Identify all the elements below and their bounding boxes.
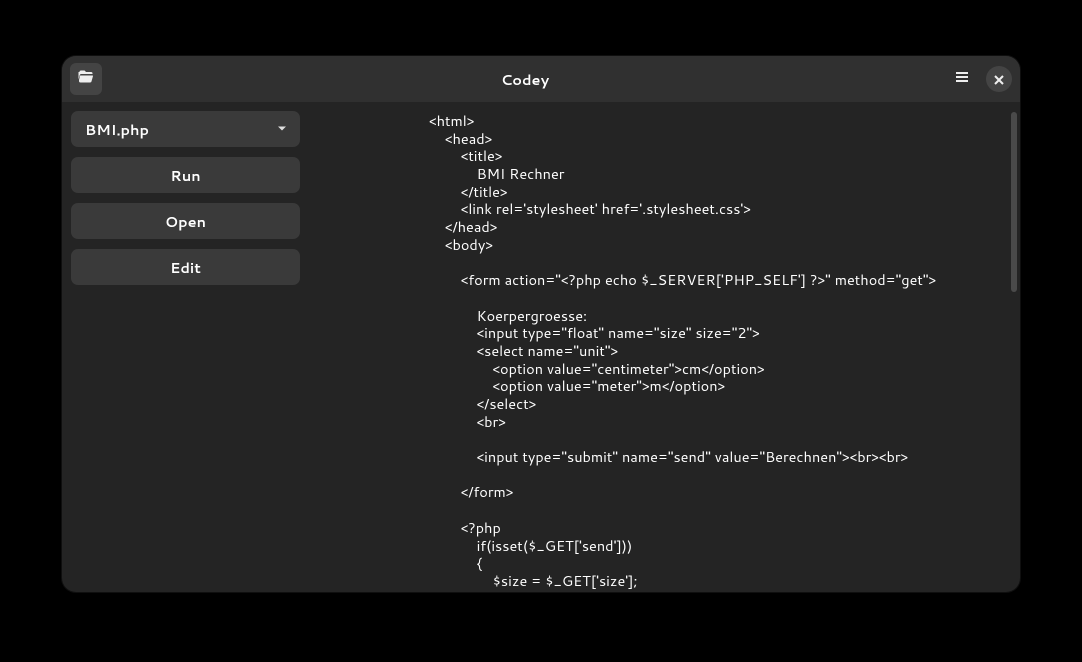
app-window: Codey BMI.php Run xyxy=(62,56,1020,592)
open-folder-button[interactable] xyxy=(70,63,102,95)
menu-button[interactable] xyxy=(948,65,976,93)
titlebar-left xyxy=(70,63,102,95)
open-button-label: Open xyxy=(165,211,206,232)
close-button[interactable] xyxy=(986,66,1012,92)
close-icon xyxy=(994,68,1004,91)
sidebar: BMI.php Run Open Edit xyxy=(62,102,309,592)
file-select-dropdown[interactable]: BMI.php xyxy=(71,111,300,147)
folder-open-icon xyxy=(78,68,94,91)
chevron-down-icon xyxy=(276,119,288,140)
titlebar: Codey xyxy=(62,56,1020,102)
edit-button-label: Edit xyxy=(170,257,201,278)
file-select-label: BMI.php xyxy=(85,119,149,140)
window-body: BMI.php Run Open Edit <html> <head> <tit… xyxy=(62,102,1020,592)
edit-button[interactable]: Edit xyxy=(71,249,300,285)
editor-scrollbar[interactable] xyxy=(1011,112,1017,292)
hamburger-icon xyxy=(954,68,970,91)
run-button[interactable]: Run xyxy=(71,157,300,193)
open-button[interactable]: Open xyxy=(71,203,300,239)
run-button-label: Run xyxy=(170,165,200,186)
titlebar-right xyxy=(948,65,1012,93)
window-title: Codey xyxy=(102,69,948,90)
code-editor[interactable]: <html> <head> <title> BMI Rechner </titl… xyxy=(309,102,1020,592)
editor-area: <html> <head> <title> BMI Rechner </titl… xyxy=(309,102,1020,592)
